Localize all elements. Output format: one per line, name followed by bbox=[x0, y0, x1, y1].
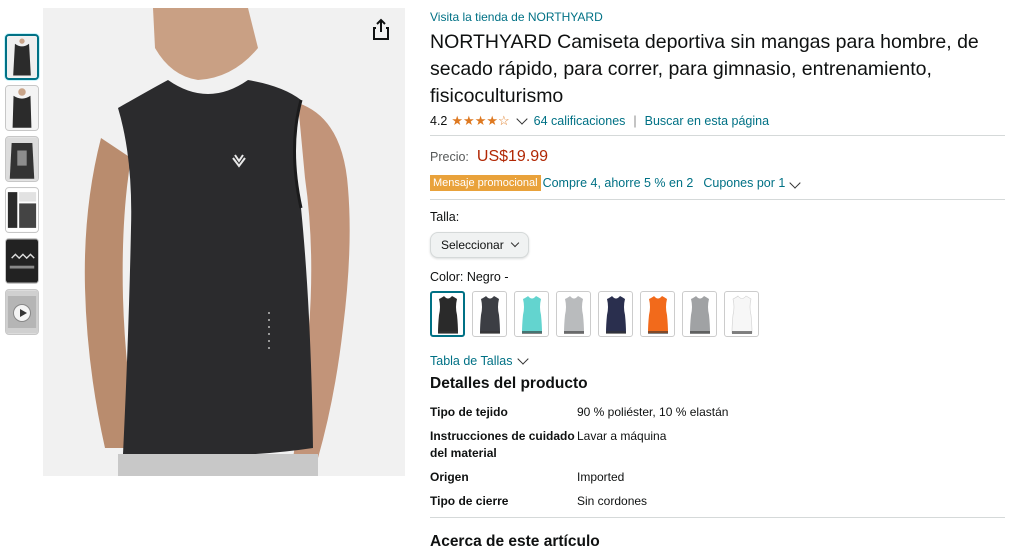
details-row: Origen Imported bbox=[430, 469, 1005, 486]
details-value: 90 % poliéster, 10 % elastán bbox=[577, 405, 729, 419]
promo-link[interactable]: Compre 4, ahorre 5 % en 2 bbox=[543, 176, 694, 190]
tank-top-icon bbox=[605, 296, 626, 334]
price-row: Precio: US$19.99 bbox=[430, 148, 1005, 166]
coupons-dropdown[interactable]: Cupones por 1 bbox=[703, 176, 807, 190]
divider bbox=[430, 517, 1005, 518]
details-value: Sin cordones bbox=[577, 494, 648, 508]
details-value: Imported bbox=[577, 470, 625, 484]
tank-top-icon bbox=[521, 296, 542, 334]
divider bbox=[430, 199, 1005, 200]
size-label: Talla: bbox=[430, 210, 460, 224]
color-swatch[interactable] bbox=[598, 291, 633, 337]
divider bbox=[430, 135, 1005, 136]
promo-row: Mensaje promocional Compre 4, ahorre 5 %… bbox=[430, 175, 1005, 191]
price-label: Precio: bbox=[430, 150, 469, 164]
details-row: Tipo de tejido 90 % poliéster, 10 % elast… bbox=[430, 404, 1005, 421]
color-swatch[interactable] bbox=[472, 291, 507, 337]
size-chart-label: Tabla de Tallas bbox=[430, 354, 513, 368]
share-button[interactable] bbox=[370, 18, 392, 42]
thumbnail-strip bbox=[5, 34, 41, 340]
color-swatch[interactable] bbox=[682, 291, 717, 337]
color-label-text: Color: bbox=[430, 270, 464, 284]
separator: | bbox=[633, 114, 637, 128]
details-value: Lavar a máquina bbox=[577, 429, 667, 443]
product-title: NORTHYARD Camiseta deportiva sin mangas … bbox=[430, 31, 979, 107]
size-chart-link[interactable]: Tabla de Tallas bbox=[430, 353, 1005, 368]
coupons-label: Cupones por 1 bbox=[703, 176, 786, 190]
thumbnail-video[interactable] bbox=[5, 289, 39, 335]
color-swatch[interactable] bbox=[556, 291, 591, 337]
thumbnail-3[interactable] bbox=[5, 136, 39, 182]
color-swatches bbox=[430, 291, 1005, 337]
thumbnail-5[interactable] bbox=[5, 238, 39, 284]
rating-row: 4.2 ★★★★☆ 64 calificaciones | Buscar en … bbox=[430, 112, 1005, 130]
thumbnail-1[interactable] bbox=[5, 34, 39, 80]
tank-top-icon bbox=[437, 296, 458, 334]
size-select[interactable]: Seleccionar bbox=[430, 232, 529, 258]
details-row: Tipo de cierre Sin cordones bbox=[430, 493, 1005, 510]
tank-top-icon bbox=[689, 296, 710, 334]
color-selected: Negro - bbox=[466, 270, 509, 284]
star-rating-icon[interactable]: ★★★★☆ bbox=[451, 113, 509, 129]
about-heading: Acerca de este artículo bbox=[430, 533, 600, 550]
details-key: Tipo de tejido bbox=[430, 405, 508, 419]
color-swatch[interactable] bbox=[430, 291, 465, 337]
thumbnail-2[interactable] bbox=[5, 85, 39, 131]
chevron-down-icon bbox=[789, 177, 802, 189]
details-row: Instrucciones de cuidado del material Lav… bbox=[430, 428, 1005, 462]
color-swatch[interactable] bbox=[724, 291, 759, 337]
search-page-link[interactable]: Buscar en esta página bbox=[645, 114, 769, 128]
store-link[interactable]: Visita la tienda de NORTHYARD bbox=[430, 10, 603, 24]
color-swatch[interactable] bbox=[514, 291, 549, 337]
share-icon bbox=[373, 18, 389, 40]
details-key: Instrucciones de cuidado del material bbox=[430, 429, 575, 460]
tank-top-icon bbox=[563, 296, 584, 334]
thumbnail-4[interactable] bbox=[5, 187, 39, 233]
price-value: US$19.99 bbox=[476, 148, 549, 165]
tank-top-icon bbox=[647, 296, 668, 334]
color-label: Color: Negro - bbox=[430, 270, 1005, 284]
main-product-image[interactable] bbox=[43, 8, 405, 476]
product-info: Visita la tienda de NORTHYARD NORTHYARD … bbox=[430, 8, 1005, 551]
details-key: Tipo de cierre bbox=[430, 494, 509, 508]
chevron-down-icon[interactable] bbox=[516, 113, 528, 125]
promo-badge: Mensaje promocional bbox=[430, 175, 541, 191]
details-table: Tipo de tejido 90 % poliéster, 10 % elast… bbox=[430, 404, 1005, 510]
play-icon bbox=[13, 304, 31, 322]
ratings-count-link[interactable]: 64 calificaciones bbox=[534, 114, 626, 128]
rating-value: 4.2 bbox=[430, 114, 448, 128]
color-swatch[interactable] bbox=[640, 291, 675, 337]
details-key: Origen bbox=[430, 470, 469, 484]
chevron-down-icon bbox=[517, 353, 530, 365]
chevron-down-icon bbox=[510, 238, 519, 248]
details-heading: Detalles del producto bbox=[430, 375, 588, 392]
tank-top-icon bbox=[731, 295, 752, 334]
size-select-value: Seleccionar bbox=[441, 238, 504, 252]
tank-top-icon bbox=[479, 296, 500, 334]
